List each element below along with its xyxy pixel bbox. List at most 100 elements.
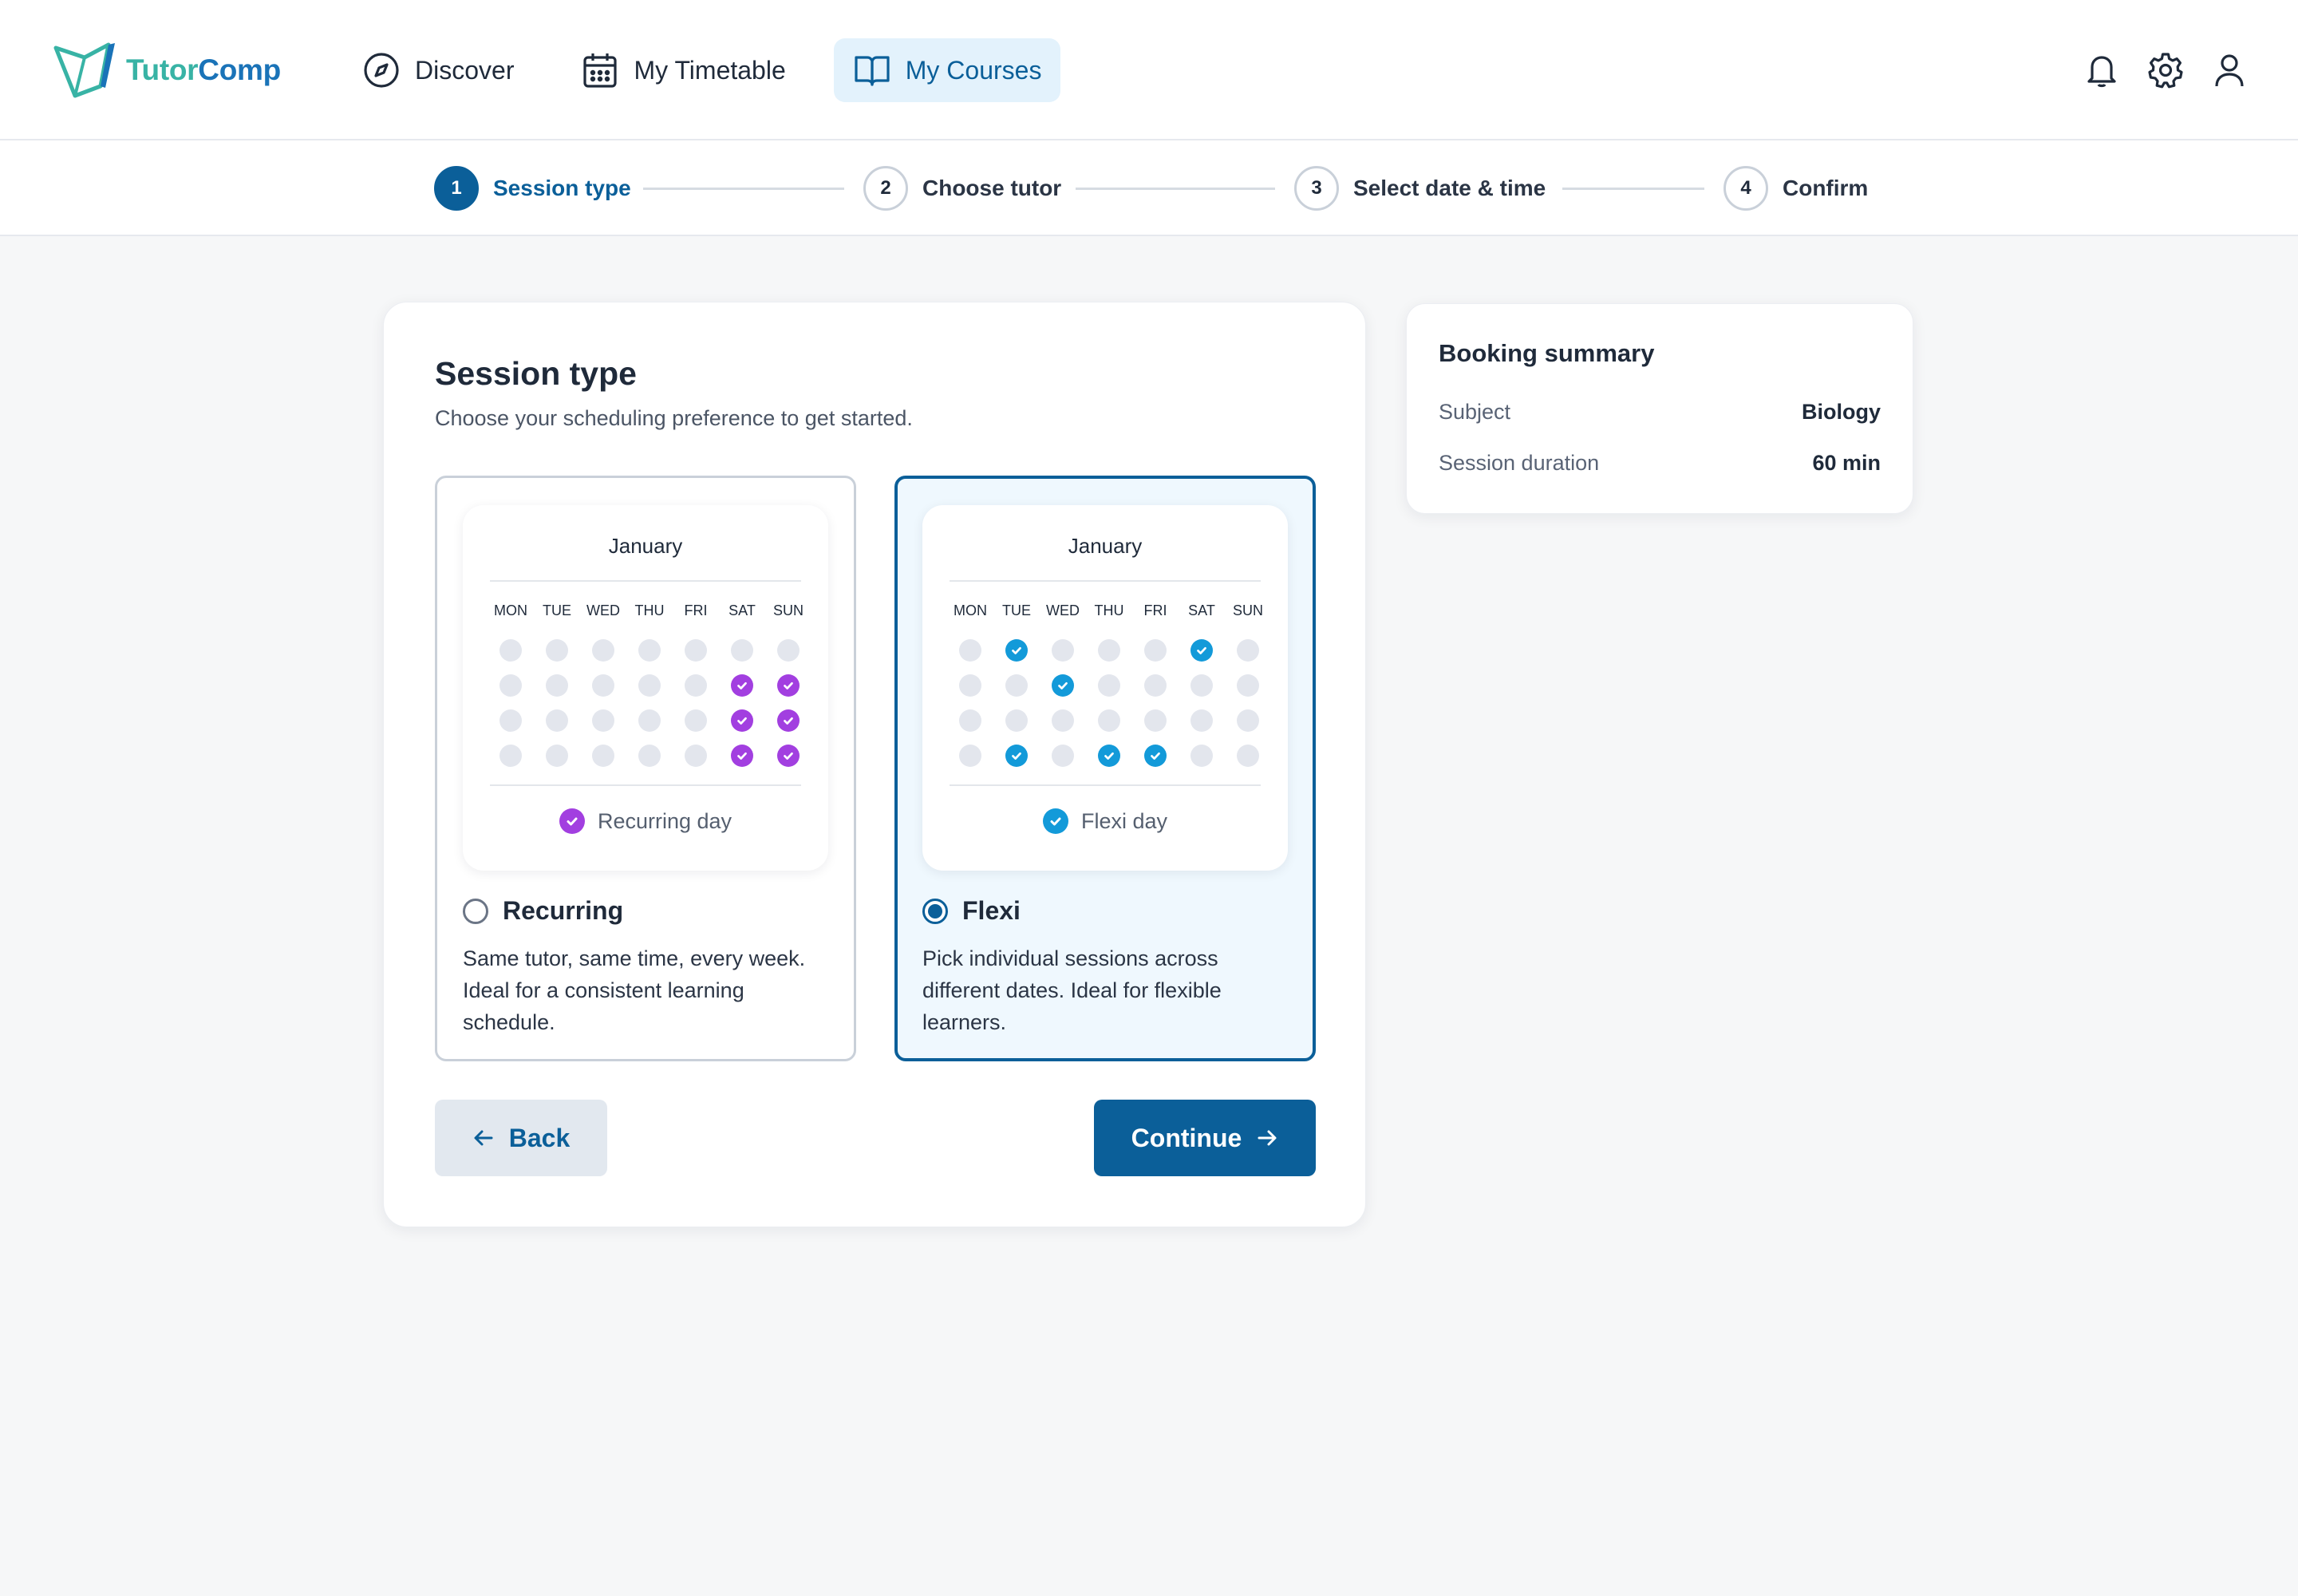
empty-day-dot — [546, 639, 568, 662]
calendar-day-cell — [536, 738, 578, 773]
calendar-day-cell — [675, 668, 717, 703]
nav-item-my-courses[interactable]: My Courses — [833, 38, 1061, 102]
empty-day-dot — [685, 674, 707, 697]
empty-day-dot — [685, 639, 707, 662]
logo-book-icon — [53, 42, 115, 98]
calendar-day-cell — [1135, 668, 1176, 703]
calendar-day-cell — [950, 738, 991, 773]
profile-button[interactable] — [2207, 48, 2252, 93]
empty-day-dot — [499, 709, 522, 732]
weekday-label: TUE — [1002, 602, 1031, 618]
empty-day-dot — [546, 709, 568, 732]
nav-item-label: My Courses — [905, 55, 1042, 85]
empty-day-dot — [1237, 709, 1259, 732]
option-name: Recurring — [503, 896, 624, 925]
calendar-day-cell — [1042, 738, 1084, 773]
empty-day-dot — [1237, 745, 1259, 767]
calendar-day-grid — [950, 633, 1269, 773]
calendar-day-cell — [1135, 738, 1176, 773]
calendar-day-cell — [1181, 668, 1222, 703]
session-type-card: Session type Choose your scheduling pref… — [383, 302, 1366, 1227]
empty-day-dot — [638, 674, 661, 697]
calendar-day-cell — [996, 703, 1037, 738]
empty-day-dot — [959, 709, 981, 732]
check-circle-icon — [1144, 745, 1167, 767]
calendar-day-cell — [490, 668, 531, 703]
notifications-button[interactable] — [2079, 48, 2124, 93]
check-circle-icon — [777, 709, 800, 732]
calendar-day-cell — [1042, 668, 1084, 703]
summary-row-subject: Subject Biology — [1439, 400, 1881, 425]
calendar-month: January — [608, 534, 683, 558]
back-button[interactable]: Back — [435, 1100, 607, 1176]
empty-day-dot — [959, 745, 981, 767]
calendar-day-cell — [536, 668, 578, 703]
option-header: Flexi — [922, 896, 1021, 926]
option-recurring-card[interactable]: January MON TUE WED THU FRI SAT SUN Recu… — [435, 476, 856, 1061]
calendar-day-cell — [768, 668, 809, 703]
empty-day-dot — [638, 709, 661, 732]
header-actions — [2060, 48, 2252, 93]
calendar-day-cell — [582, 738, 624, 773]
calendar-day-cell — [1088, 703, 1130, 738]
weekday-label: MON — [494, 602, 527, 618]
empty-day-dot — [1144, 709, 1167, 732]
weekday-label: SAT — [1188, 602, 1215, 618]
empty-day-dot — [592, 674, 614, 697]
calendar-day-cell — [721, 738, 763, 773]
calendar-day-cell — [1227, 668, 1269, 703]
summary-key: Session duration — [1439, 451, 1600, 475]
empty-day-dot — [1005, 709, 1028, 732]
check-circle-icon — [731, 674, 753, 697]
empty-day-dot — [1098, 639, 1120, 662]
summary-value: Biology — [1802, 400, 1881, 424]
weekday-label: SAT — [728, 602, 756, 618]
gear-icon — [2148, 53, 2183, 89]
arrow-right-icon — [1258, 1130, 1277, 1146]
calendar-day-cell — [996, 633, 1037, 668]
step-confirm[interactable]: 4 Confirm — [1724, 165, 1868, 211]
flexi-calendar-preview: January MON TUE WED THU FRI SAT SUN Flex… — [922, 505, 1288, 871]
calendar-day-cell — [1181, 738, 1222, 773]
legend-label: Recurring day — [597, 808, 732, 833]
calendar-week-row — [490, 633, 809, 668]
option-name: Flexi — [962, 896, 1021, 925]
nav-item-discover[interactable]: Discover — [343, 38, 533, 102]
step-label: Session type — [493, 176, 631, 200]
option-header: Recurring — [463, 896, 623, 926]
calendar-divider — [490, 784, 801, 786]
recurring-radio[interactable] — [463, 898, 488, 924]
empty-day-dot — [499, 674, 522, 697]
empty-day-dot — [1237, 674, 1259, 697]
summary-value: 60 min — [1812, 451, 1881, 475]
empty-day-dot — [685, 745, 707, 767]
step-choose-tutor[interactable]: 2 Choose tutor — [863, 165, 1061, 211]
calendar-day-cell — [996, 738, 1037, 773]
calendar-week-row — [950, 738, 1269, 773]
empty-day-dot — [638, 639, 661, 662]
check-circle-icon — [559, 808, 585, 834]
empty-day-dot — [592, 709, 614, 732]
check-circle-icon — [731, 745, 753, 767]
tutorcomp-logo[interactable]: TutorComp — [53, 40, 281, 101]
flexi-radio[interactable] — [922, 898, 948, 924]
step-connector — [1562, 188, 1704, 190]
calendar-day-cell — [721, 633, 763, 668]
calendar-icon — [583, 53, 618, 88]
empty-day-dot — [685, 709, 707, 732]
calendar-day-cell — [768, 738, 809, 773]
step-select-date-time[interactable]: 3 Select date & time — [1294, 165, 1546, 211]
calendar-week-row — [950, 668, 1269, 703]
calendar-day-cell — [675, 633, 717, 668]
calendar-day-cell — [1181, 703, 1222, 738]
step-session-type[interactable]: 1 Session type — [434, 165, 631, 211]
recurring-calendar-preview: January MON TUE WED THU FRI SAT SUN Recu… — [463, 505, 828, 871]
nav-item-my-timetable[interactable]: My Timetable — [562, 38, 804, 102]
calendar-week-row — [950, 633, 1269, 668]
empty-day-dot — [1005, 674, 1028, 697]
calendar-weekdays: MON TUE WED THU FRI SAT SUN — [490, 602, 809, 619]
continue-button[interactable]: Continue — [1094, 1100, 1316, 1176]
calendar-day-cell — [675, 738, 717, 773]
settings-button[interactable] — [2143, 48, 2188, 93]
option-flexi-card[interactable]: January MON TUE WED THU FRI SAT SUN Flex… — [894, 476, 1316, 1061]
